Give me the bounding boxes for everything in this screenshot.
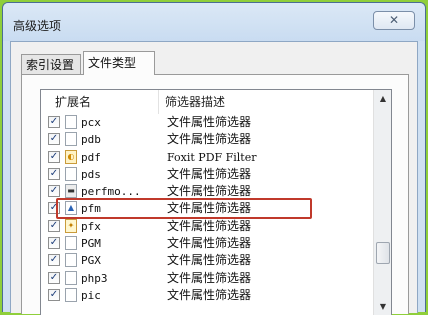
row-extension: pfx [81, 219, 101, 233]
row-extension: pds [81, 167, 101, 181]
row-checkbox[interactable]: ✓ [48, 150, 60, 163]
list-item[interactable]: ✓ pdb 文件属性筛选器 [41, 131, 373, 148]
column-header-filter-description[interactable]: 筛选器描述 [158, 90, 365, 114]
row-extension: pic [81, 288, 101, 302]
row-description: 文件属性筛选器 [167, 287, 252, 302]
dialog-title: 高级选项 [13, 19, 62, 33]
row-description: 文件属性筛选器 [167, 270, 252, 285]
row-extension: pdb [81, 133, 101, 147]
blank-file-icon [65, 236, 77, 251]
row-extension: PGX [81, 254, 101, 268]
dialog-client-area: 索引设置 文件类型 扩展名 筛选器描述 ✓ pcx 文件属性筛选器 ✓ pdb … [10, 41, 418, 315]
list-item[interactable]: ✓ ✦ pfx 文件属性筛选器 [41, 218, 373, 235]
row-description: 文件属性筛选器 [167, 218, 252, 233]
blank-file-icon [65, 270, 77, 285]
app-file-icon: ▬ [65, 184, 77, 199]
close-button[interactable]: ✕ [373, 11, 415, 30]
list-item[interactable]: ✓ pcx 文件属性筛选器 [41, 114, 373, 131]
row-description: 文件属性筛选器 [167, 115, 252, 129]
row-checkbox[interactable]: ✓ [48, 116, 60, 128]
pdf-row-highlight-box [56, 198, 312, 219]
row-checkbox[interactable]: ✓ [48, 237, 60, 250]
row-extension: php3 [81, 271, 108, 285]
row-checkbox[interactable]: ✓ [48, 167, 60, 180]
scroll-down-icon[interactable]: ▼ [374, 298, 391, 315]
row-checkbox[interactable]: ✓ [48, 133, 60, 146]
row-checkbox[interactable]: ✓ [48, 185, 60, 198]
list-item[interactable]: ✓ PGX 文件属性筛选器 [41, 252, 373, 269]
row-checkbox[interactable]: ✓ [48, 254, 60, 267]
row-description: Foxit PDF Filter [167, 150, 257, 164]
row-checkbox[interactable]: ✓ [48, 219, 60, 232]
file-types-panel: 扩展名 筛选器描述 ✓ pcx 文件属性筛选器 ✓ pdb 文件属性筛选器 ✓ … [21, 74, 409, 315]
row-extension: pcx [81, 116, 101, 129]
blank-file-icon [65, 287, 77, 302]
row-checkbox[interactable]: ✓ [48, 271, 60, 284]
blank-file-icon [65, 115, 77, 129]
list-header: 扩展名 筛选器描述 [41, 90, 373, 114]
column-header-extension[interactable]: 扩展名 [55, 90, 159, 114]
foxit-pdf-icon: ◐ [65, 149, 77, 164]
advanced-options-dialog: 高级选项 ✕ 索引设置 文件类型 扩展名 筛选器描述 ✓ pcx 文件属性筛选器… [2, 2, 426, 315]
row-description: 文件属性筛选器 [167, 132, 252, 147]
vertical-scrollbar[interactable]: ▲ ▼ [373, 90, 391, 315]
file-type-list[interactable]: 扩展名 筛选器描述 ✓ pcx 文件属性筛选器 ✓ pdb 文件属性筛选器 ✓ … [40, 89, 392, 315]
list-item[interactable]: ✓ php3 文件属性筛选器 [41, 270, 373, 287]
row-description: 文件属性筛选器 [167, 253, 252, 268]
blank-file-icon [65, 253, 77, 268]
list-item[interactable]: ✓ pds 文件属性筛选器 [41, 166, 373, 183]
row-checkbox[interactable]: ✓ [48, 288, 60, 301]
blank-file-icon [65, 132, 77, 147]
list-item[interactable]: ✓ PGM 文件属性筛选器 [41, 235, 373, 252]
tab-file-types[interactable]: 文件类型 [83, 51, 155, 75]
scrollbar-thumb[interactable] [376, 242, 390, 264]
certificate-file-icon: ✦ [65, 218, 77, 233]
title-bar: 高级选项 ✕ [3, 3, 425, 41]
list-item[interactable]: ✓ pic 文件属性筛选器 [41, 287, 373, 304]
blank-file-icon [65, 166, 77, 181]
scroll-up-icon[interactable]: ▲ [374, 90, 391, 108]
row-extension: pdf [81, 150, 101, 164]
row-extension: PGM [81, 237, 101, 251]
close-icon: ✕ [388, 13, 400, 27]
row-description: 文件属性筛选器 [167, 236, 252, 251]
list-item-pdf[interactable]: ✓ ◐ pdf Foxit PDF Filter [41, 149, 373, 166]
tab-index-settings[interactable]: 索引设置 [21, 54, 81, 74]
row-description: 文件属性筛选器 [167, 166, 252, 181]
